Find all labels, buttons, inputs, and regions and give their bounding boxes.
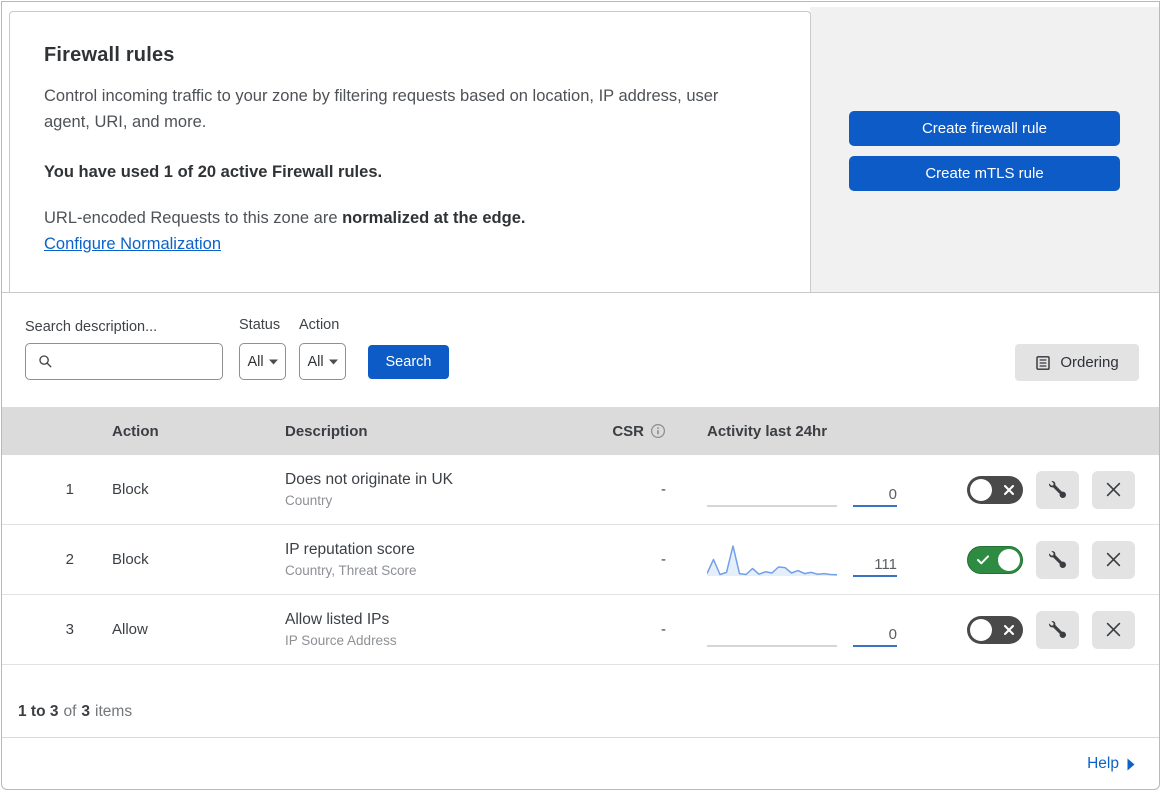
activity-sparkline bbox=[707, 544, 837, 576]
toggle-knob bbox=[970, 618, 992, 641]
rule-fields: Country bbox=[285, 493, 333, 508]
rule-description: Allow listed IPs bbox=[285, 611, 390, 628]
rule-row: 1 Block Does not originate in UK Country - 0 bbox=[2, 455, 1159, 525]
rule-description: IP reputation score bbox=[285, 541, 415, 558]
filters-bar: Search description... Status Action All … bbox=[2, 293, 1159, 407]
actions-panel: Create firewall rule Create mTLS rule bbox=[810, 7, 1159, 292]
delete-rule-button[interactable] bbox=[1092, 470, 1135, 509]
table-header: Action Description CSR Activity last 24h… bbox=[2, 407, 1159, 455]
wrench-icon bbox=[1049, 551, 1066, 568]
delete-rule-button[interactable] bbox=[1092, 540, 1135, 579]
x-icon bbox=[1106, 622, 1121, 637]
pagination-summary: 1 to 3 of 3 items bbox=[2, 665, 1159, 738]
items-text: items bbox=[95, 703, 133, 720]
rule-csr-value: - bbox=[661, 481, 666, 498]
search-icon bbox=[39, 355, 52, 368]
column-action: Action bbox=[112, 422, 159, 440]
action-dropdown-value: All bbox=[307, 353, 324, 370]
page-description: Control incoming traffic to your zone by… bbox=[44, 87, 719, 132]
search-button[interactable]: Search bbox=[368, 345, 449, 379]
chevron-down-icon bbox=[328, 359, 338, 364]
create-mtls-rule-button[interactable]: Create mTLS rule bbox=[849, 156, 1120, 191]
normalization-text: URL-encoded Requests to this zone are bbox=[44, 208, 343, 227]
column-activity: Activity last 24hr bbox=[707, 422, 828, 440]
check-icon bbox=[977, 554, 989, 564]
rule-enabled-toggle[interactable] bbox=[967, 545, 1023, 574]
rule-fields: IP Source Address bbox=[285, 633, 397, 648]
status-dropdown-value: All bbox=[247, 353, 264, 370]
edit-rule-button[interactable] bbox=[1036, 610, 1079, 649]
rule-priority: 2 bbox=[65, 551, 74, 568]
column-description: Description bbox=[285, 422, 368, 440]
rule-row: 2 Block IP reputation score Country, Threat… bbox=[2, 525, 1159, 595]
x-icon bbox=[1004, 624, 1014, 635]
wrench-icon bbox=[1049, 621, 1066, 638]
activity-sparkline bbox=[707, 504, 837, 507]
activity-count-link[interactable]: 111 bbox=[853, 556, 897, 577]
items-range: 1 to 3 bbox=[18, 703, 59, 720]
of-text: of bbox=[63, 703, 77, 720]
info-icon[interactable] bbox=[650, 423, 666, 439]
wrench-icon bbox=[1049, 481, 1066, 498]
items-total: 3 bbox=[81, 703, 91, 720]
edit-rule-button[interactable] bbox=[1036, 470, 1079, 509]
configure-normalization-link[interactable]: Configure Normalization bbox=[44, 235, 221, 254]
edit-rule-button[interactable] bbox=[1036, 540, 1079, 579]
rule-action: Allow bbox=[112, 621, 148, 638]
activity-sparkline bbox=[707, 644, 837, 647]
rule-csr-value: - bbox=[661, 551, 666, 568]
rule-csr-value: - bbox=[661, 621, 666, 638]
activity-count-link[interactable]: 0 bbox=[853, 626, 897, 647]
status-dropdown[interactable]: All bbox=[239, 343, 286, 380]
action-label: Action bbox=[299, 317, 340, 333]
rules-table-body: 1 Block Does not originate in UK Country - 0 2… bbox=[2, 455, 1159, 665]
action-dropdown[interactable]: All bbox=[299, 343, 346, 380]
help-bar: Help bbox=[2, 738, 1159, 789]
ordering-button[interactable]: Ordering bbox=[1015, 344, 1139, 381]
rule-row: 3 Allow Allow listed IPs IP Source Address -… bbox=[2, 595, 1159, 665]
column-csr: CSR bbox=[612, 422, 644, 440]
firewall-info-card: Firewall rules Control incoming traffic … bbox=[9, 11, 811, 292]
rule-action: Block bbox=[112, 481, 149, 498]
ordering-button-label: Ordering bbox=[1060, 354, 1119, 371]
rule-priority: 1 bbox=[65, 481, 74, 498]
x-icon bbox=[1004, 484, 1014, 495]
rule-action: Block bbox=[112, 551, 149, 568]
toggle-knob bbox=[998, 548, 1020, 571]
x-icon bbox=[1106, 482, 1121, 497]
ordering-list-icon bbox=[1036, 355, 1051, 370]
normalization-bold-text: normalized at the edge. bbox=[342, 208, 526, 227]
status-label: Status bbox=[239, 317, 281, 333]
x-icon bbox=[1106, 552, 1121, 567]
arrow-right-icon bbox=[1127, 758, 1135, 770]
firewall-rules-page: Create firewall rule Create mTLS rule Fi… bbox=[1, 1, 1160, 790]
search-label: Search description... bbox=[25, 319, 158, 335]
delete-rule-button[interactable] bbox=[1092, 610, 1135, 649]
overview-section: Create firewall rule Create mTLS rule Fi… bbox=[2, 2, 1159, 293]
rule-priority: 3 bbox=[65, 621, 74, 638]
rule-enabled-toggle[interactable] bbox=[967, 615, 1023, 644]
usage-notice: You have used 1 of 20 active Firewall ru… bbox=[44, 162, 383, 181]
create-firewall-rule-button[interactable]: Create firewall rule bbox=[849, 111, 1120, 146]
rule-description: Does not originate in UK bbox=[285, 471, 454, 488]
activity-count-link[interactable]: 0 bbox=[853, 486, 897, 507]
help-label: Help bbox=[1087, 755, 1119, 772]
rule-enabled-toggle[interactable] bbox=[967, 475, 1023, 504]
chevron-down-icon bbox=[268, 359, 278, 364]
rule-fields: Country, Threat Score bbox=[285, 563, 417, 578]
normalization-notice: URL-encoded Requests to this zone are no… bbox=[44, 209, 776, 228]
search-input[interactable] bbox=[25, 343, 223, 380]
help-link[interactable]: Help bbox=[1087, 755, 1135, 773]
toggle-knob bbox=[970, 478, 992, 501]
page-title: Firewall rules bbox=[44, 44, 175, 66]
